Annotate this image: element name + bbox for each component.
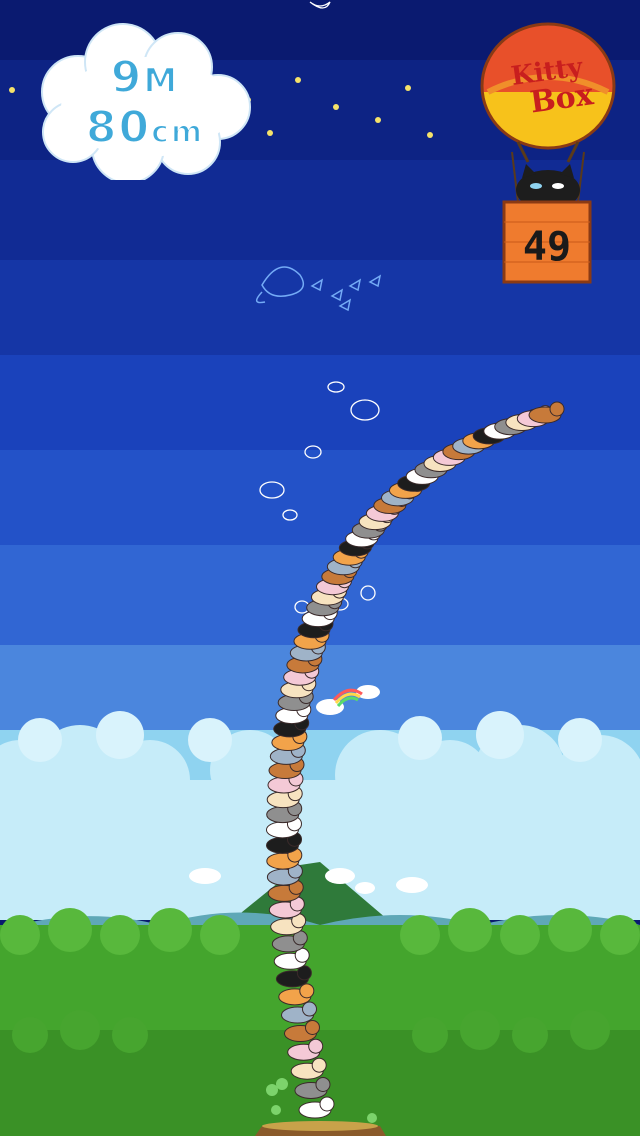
stacked-cat xyxy=(283,1019,320,1042)
height-meters-display: 9M xyxy=(0,51,290,104)
cats-remaining-count: 49 xyxy=(522,224,572,270)
height-meters-unit: M xyxy=(142,60,180,102)
stacked-cat xyxy=(290,1057,327,1080)
stacked-cat xyxy=(294,1076,331,1099)
stacked-cat xyxy=(528,401,565,424)
stacked-cat xyxy=(298,1096,335,1119)
height-cm-display: 80cm xyxy=(0,101,290,154)
height-cm-unit: cm xyxy=(150,114,205,151)
stacked-cat xyxy=(287,1038,324,1061)
height-cm-value: 80 xyxy=(85,101,152,154)
height-meters-value: 9 xyxy=(110,51,144,104)
stacked-cat xyxy=(281,1001,317,1024)
